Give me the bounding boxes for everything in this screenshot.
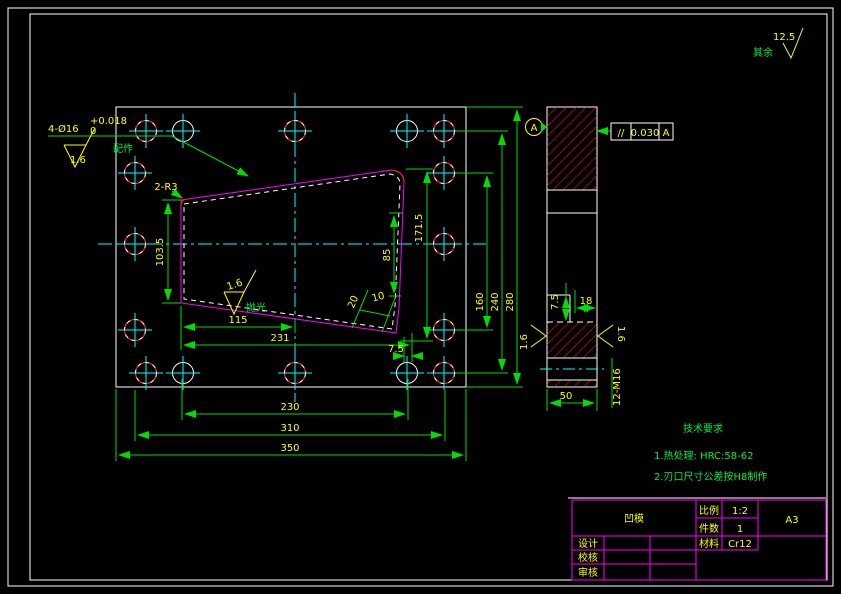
dim-310: 310	[280, 423, 299, 434]
fcf-datum: A	[663, 128, 670, 139]
edge-roughness-value: 1.6	[226, 277, 245, 292]
section-roughness-right: 1.6	[597, 324, 626, 348]
dim-240: 240	[490, 292, 501, 311]
dim-10: 10	[371, 291, 386, 305]
dim-160: 160	[475, 292, 486, 311]
part-name: 凹模	[624, 513, 644, 525]
bolt-holes	[118, 114, 461, 390]
dim-103-5: 103.5	[155, 238, 166, 267]
dim-231: 231	[270, 333, 289, 344]
datum-triangle-icon	[541, 122, 547, 132]
datum-label: A	[531, 123, 538, 134]
surplus-roughness-value: 12.5	[773, 32, 795, 43]
tech-req-title: 技术要求	[683, 422, 723, 435]
drawing-border	[7, 7, 834, 587]
surplus-label: 其余	[753, 46, 773, 59]
fillet-arc	[391, 169, 405, 183]
dim-280: 280	[505, 292, 516, 311]
sign-row-label: 校核	[578, 551, 598, 564]
dim-step-depth: 7.5	[550, 294, 561, 310]
dim-18: 18	[580, 296, 593, 307]
sheet-size: A3	[785, 515, 798, 526]
cad-drawing-screen: 其余 12.5 103.5 85 171.5 160 240 280 115 2…	[0, 0, 841, 594]
thread-callout: 12-M16	[612, 368, 623, 406]
dim-85: 85	[382, 249, 393, 262]
roughness-check-icon	[597, 324, 614, 348]
die-cavity-outline	[180, 169, 405, 334]
tech-req-item: 2.刃口尺寸公差按H8制作	[654, 470, 767, 483]
fcf-symbol: //	[618, 128, 625, 139]
hole-fit-note: 配作	[113, 143, 133, 155]
fillet-callout: 2-R3	[154, 182, 177, 193]
technical-requirements: 技术要求 1.热处理: HRC:58-62 2.刃口尺寸公差按H8制作	[654, 422, 767, 483]
title-block: 凹模 比例 1:2 件数 1 A3 材料 Cr12 设计 校核 审核	[568, 497, 827, 581]
dim-50: 50	[560, 391, 573, 402]
scale-label: 比例	[699, 504, 719, 517]
dimension-texts: 103.5 85 171.5 160 240 280 115 231 7.5 2…	[154, 182, 516, 454]
hatch-regions	[546, 106, 598, 388]
dim-230: 230	[280, 402, 299, 413]
dim-171-5: 171.5	[414, 214, 425, 243]
section-view: 7.5 18 50 12-M16 1.6 1.6 A // 0.030 A	[519, 106, 674, 411]
fcf-tolerance: 0.030	[631, 128, 660, 139]
sign-row-label: 审核	[578, 566, 598, 579]
hole-callout-text: 4-Ø16	[48, 123, 79, 135]
dim-115: 115	[228, 315, 247, 326]
dim-20: 20	[346, 294, 361, 310]
material-label: 材料	[699, 537, 719, 550]
roughness-left-value: 1.6	[519, 334, 530, 350]
hole-callout: 4-Ø16 +0.018 0 配作 1.6	[48, 116, 133, 169]
feature-control-frame: // 0.030 A	[596, 122, 674, 141]
roughness-check-icon	[530, 324, 547, 348]
hole-roughness-value: 1.6	[70, 155, 86, 166]
roughness-right-value: 1.6	[615, 326, 626, 342]
dim-7-5: 7.5	[388, 344, 404, 355]
material-value: Cr12	[728, 539, 752, 550]
qty-value: 1	[737, 524, 743, 535]
tech-req-item: 1.热处理: HRC:58-62	[654, 449, 753, 462]
cad-canvas: 其余 12.5 103.5 85 171.5 160 240 280 115 2…	[7, 7, 834, 587]
qty-label: 件数	[699, 522, 719, 535]
scale-value: 1:2	[732, 506, 748, 517]
datum-marker: A	[525, 118, 547, 136]
main-view: 103.5 85 171.5 160 240 280 115 231 7.5 2…	[48, 93, 523, 461]
sign-row-label: 设计	[578, 537, 598, 550]
dim-350: 350	[280, 443, 299, 454]
edge-finish-note: 抛光	[246, 301, 266, 314]
default-roughness-note: 其余 12.5	[753, 27, 804, 60]
section-roughness-left: 1.6	[519, 324, 547, 350]
